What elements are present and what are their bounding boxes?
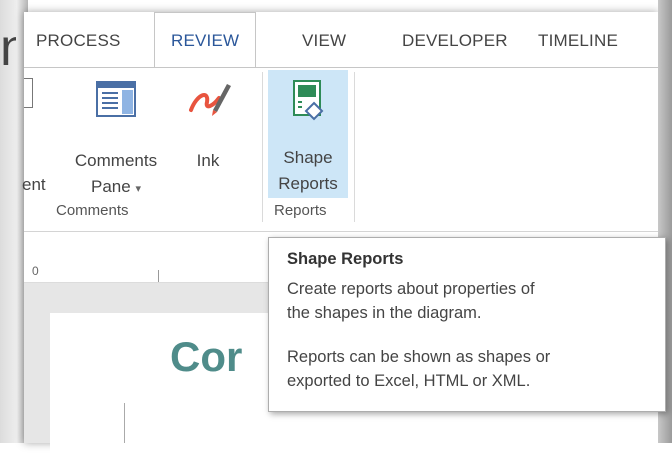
shape-reports-label-1: Shape — [283, 148, 333, 167]
tooltip-line-2: the shapes in the diagram. — [287, 304, 482, 322]
group-separator — [262, 72, 263, 222]
comments-pane-label-1: Comments — [74, 151, 158, 170]
partial-button-label[interactable]: ent — [22, 172, 46, 198]
comments-pane-button[interactable]: Comments Pane ▾ — [62, 76, 170, 202]
page-guide — [124, 403, 125, 443]
tooltip-line-4: exported to Excel, HTML or XML. — [287, 372, 531, 390]
tab-developer[interactable]: DEVELOPER — [402, 12, 508, 68]
backdrop-glyph: n — [0, 19, 16, 77]
ribbon-review: ent Comments Pane ▾ Ink Shape Reports Co… — [22, 68, 658, 232]
ink-button[interactable]: Ink — [182, 76, 234, 174]
group-label-comments: Comments — [56, 202, 129, 219]
comments-pane-icon — [62, 76, 170, 130]
ribbon-tab-bar: PROCESS REVIEW VIEW DEVELOPER TIMELINE — [24, 12, 658, 69]
group-label-reports: Reports — [274, 202, 327, 219]
tab-process[interactable]: PROCESS — [36, 12, 121, 68]
ruler-tick — [158, 270, 159, 282]
comments-pane-label-2: Pane ▾ — [91, 177, 141, 196]
tooltip-line-3: Reports can be shown as shapes or — [287, 348, 551, 366]
chevron-down-icon: ▾ — [135, 183, 141, 195]
tab-view[interactable]: VIEW — [302, 12, 346, 68]
tab-timeline[interactable]: TIMELINE — [538, 12, 618, 68]
ink-label: Ink — [196, 151, 220, 170]
ruler-label: 0 — [32, 264, 39, 278]
diagram-title-fragment: Cor — [170, 333, 243, 380]
group-separator — [354, 72, 355, 222]
ink-icon — [182, 76, 234, 130]
shape-reports-icon — [269, 77, 347, 131]
shape-reports-tooltip: Shape Reports Create reports about prope… — [268, 237, 666, 412]
shape-reports-label-2: Reports — [278, 174, 338, 193]
tab-review[interactable]: REVIEW — [154, 12, 257, 69]
partial-icon — [24, 78, 33, 108]
tooltip-spacer — [287, 325, 647, 345]
shape-reports-button[interactable]: Shape Reports — [268, 70, 348, 198]
tooltip-line-1: Create reports about properties of — [287, 280, 535, 298]
tooltip-title: Shape Reports — [287, 250, 404, 268]
